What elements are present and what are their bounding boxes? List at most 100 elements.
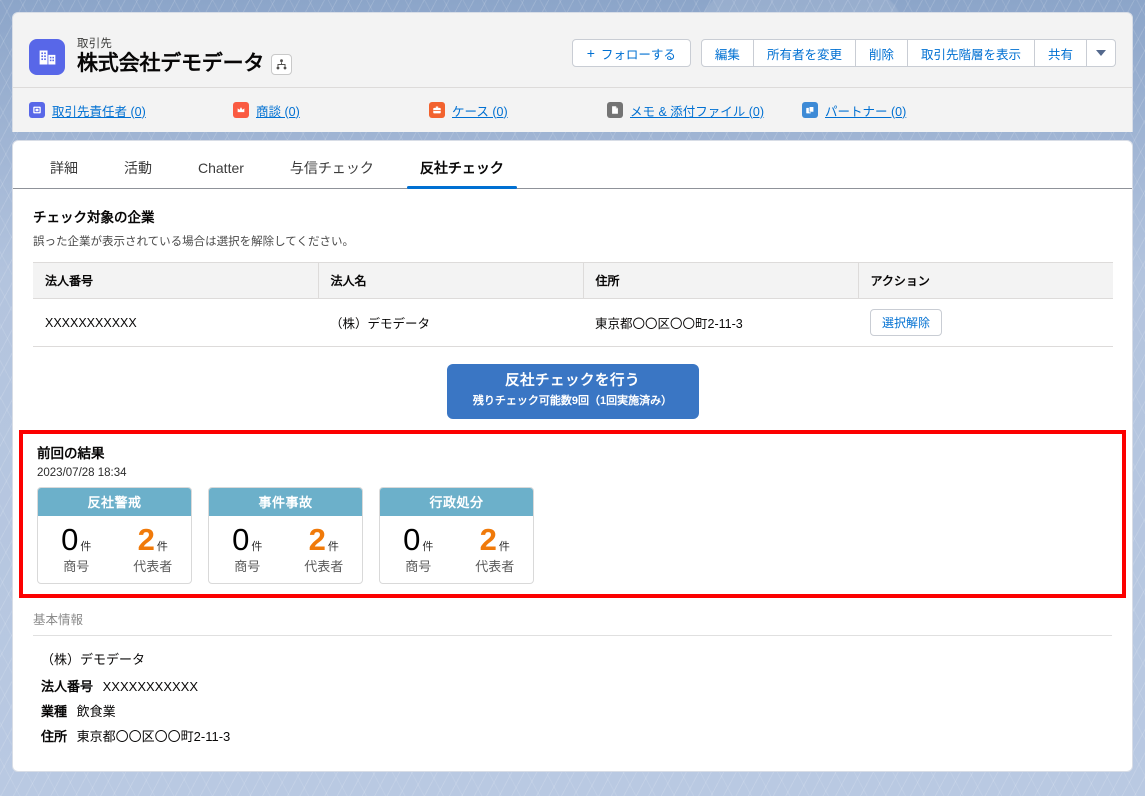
chevron-down-icon	[1096, 50, 1106, 56]
related-item-label: 取引先責任者 (0)	[52, 104, 146, 119]
follow-button-label: フォローする	[600, 47, 676, 62]
result-card-title: 反社警戒	[38, 488, 191, 516]
tab-credit-check[interactable]: 与信チェック	[267, 159, 397, 188]
check-section-title: チェック対象の企業	[33, 210, 155, 225]
tab-antisocial-check[interactable]: 反社チェック	[397, 159, 527, 189]
field-value: XXXXXXXXXXX	[102, 679, 199, 694]
metric-label: 商号	[405, 559, 432, 574]
related-item-label: ケース (0)	[452, 104, 508, 119]
object-type-label: 取引先	[77, 38, 113, 50]
basic-info-section: 基本情報 （株）デモデータ 法人番号 XXXXXXXXXXX 業種 飲食業 住所…	[33, 609, 1112, 749]
more-actions-button[interactable]	[1087, 39, 1116, 67]
metric-unit: 件	[327, 541, 339, 553]
metric-value-row: 0 件	[380, 522, 457, 558]
follow-button[interactable]: + フォローする	[571, 39, 691, 67]
metric-representative: 2 件 代表者	[286, 522, 363, 576]
column-header-corporate-name: 法人名	[318, 262, 584, 299]
metric-label: 代表者	[133, 559, 173, 574]
result-card-body: 0 件 商号 2 件 代表者	[380, 516, 533, 583]
basic-info-field-address: 住所 東京都〇〇区〇〇町2-11-3	[41, 724, 1112, 749]
tab-details[interactable]: 詳細	[27, 159, 101, 188]
metric-value-row: 2 件	[115, 522, 192, 558]
delete-button[interactable]: 削除	[855, 39, 908, 67]
related-item-label: メモ & 添付ファイル (0)	[630, 104, 765, 119]
metric-label: 代表者	[304, 559, 344, 574]
metric-label: 商号	[234, 559, 261, 574]
partner-icon	[802, 102, 818, 118]
edit-button[interactable]: 編集	[700, 39, 754, 67]
tab-activity[interactable]: 活動	[101, 159, 175, 188]
metric-value: 0	[403, 522, 421, 557]
metric-unit: 件	[422, 541, 434, 553]
tab-chatter[interactable]: Chatter	[175, 159, 267, 188]
related-lists-bar: 取引先責任者 (0) 商談 (0) ケース (0) メモ & 添付ファイル (0…	[13, 87, 1132, 132]
result-card-body: 0 件 商号 2 件 代表者	[38, 516, 191, 583]
basic-info-field-corporate-number: 法人番号 XXXXXXXXXXX	[41, 674, 1112, 699]
result-card-body: 0 件 商号 2 件 代表者	[209, 516, 362, 583]
metric-label: 商号	[63, 559, 90, 574]
cell-address: 東京都〇〇区〇〇町2-11-3	[583, 298, 858, 347]
metric-representative: 2 件 代表者	[457, 522, 534, 576]
tab-strip: 詳細 活動 Chatter 与信チェック 反社チェック	[13, 141, 1132, 189]
basic-info-rows: （株）デモデータ 法人番号 XXXXXXXXXXX 業種 飲食業 住所 東京都〇…	[33, 636, 1112, 749]
opportunity-icon	[233, 102, 249, 118]
action-button-group: 編集 所有者を変更 削除 取引先階層を表示 共有	[700, 39, 1116, 67]
result-card-administrative-action: 行政処分 0 件 商号 2 件 代表者	[379, 487, 534, 584]
metric-unit: 件	[251, 541, 263, 553]
related-item-cases[interactable]: ケース (0)	[429, 101, 607, 120]
share-button[interactable]: 共有	[1034, 39, 1087, 67]
basic-info-company-name: （株）デモデータ	[41, 652, 146, 667]
record-page: 取引先 株式会社デモデータ + フォローする 編集 所有者を変更 削除 取引先階…	[12, 12, 1133, 778]
org-hierarchy-icon[interactable]	[271, 53, 293, 75]
field-key: 法人番号	[41, 679, 94, 694]
related-item-label: パートナー (0)	[825, 104, 907, 119]
result-card-title: 事件事故	[209, 488, 362, 516]
metric-value-row: 2 件	[286, 522, 363, 558]
related-item-contacts[interactable]: 取引先責任者 (0)	[29, 101, 233, 120]
previous-result-title: 前回の結果	[37, 446, 105, 461]
table-header-row: 法人番号 法人名 住所 アクション	[33, 262, 1113, 299]
run-check-label: 反社チェックを行う	[505, 373, 640, 389]
metric-unit: 件	[156, 541, 168, 553]
related-item-partners[interactable]: パートナー (0)	[802, 101, 906, 120]
field-value: 飲食業	[76, 704, 116, 719]
metric-unit: 件	[498, 541, 510, 553]
metric-label: 代表者	[475, 559, 515, 574]
column-header-address: 住所	[583, 262, 859, 299]
check-target-table: 法人番号 法人名 住所 アクション XXXXXXXXXXX （株）デモデータ 東…	[33, 262, 1113, 347]
basic-info-label: 基本情報	[33, 609, 1112, 636]
page-title: 株式会社デモデータ	[77, 52, 265, 75]
deselect-button[interactable]: 選択解除	[870, 309, 943, 336]
change-owner-button[interactable]: 所有者を変更	[753, 39, 856, 67]
result-card-title: 行政処分	[380, 488, 533, 516]
result-card-antisocial-alert: 反社警戒 0 件 商号 2 件 代表者	[37, 487, 192, 584]
note-attachment-icon	[607, 102, 623, 118]
record-header: 取引先 株式会社デモデータ + フォローする 編集 所有者を変更 削除 取引先階…	[12, 12, 1133, 132]
plus-icon: +	[586, 45, 595, 61]
related-item-opportunities[interactable]: 商談 (0)	[233, 101, 429, 120]
metric-value: 2	[137, 522, 155, 557]
field-value: 東京都〇〇区〇〇町2-11-3	[76, 729, 231, 744]
view-hierarchy-button[interactable]: 取引先階層を表示	[907, 39, 1035, 67]
previous-result-highlight: 前回の結果 2023/07/28 18:34 反社警戒 0 件 商号 2 件 代…	[19, 430, 1126, 598]
metric-value-row: 2 件	[457, 522, 534, 558]
field-key: 住所	[41, 729, 68, 744]
column-header-action: アクション	[858, 262, 1113, 299]
column-header-corporate-number: 法人番号	[33, 262, 319, 299]
run-antisocial-check-button[interactable]: 反社チェックを行う 残りチェック可能数9回（1回実施済み）	[446, 364, 699, 419]
main-panel: 詳細 活動 Chatter 与信チェック 反社チェック チェック対象の企業 誤っ…	[12, 140, 1133, 772]
table-row: XXXXXXXXXXX （株）デモデータ 東京都〇〇区〇〇町2-11-3 選択解…	[33, 298, 1113, 347]
run-check-sublabel: 残りチェック可能数9回（1回実施済み）	[472, 395, 673, 407]
record-header-top: 取引先 株式会社デモデータ + フォローする 編集 所有者を変更 削除 取引先階…	[13, 13, 1132, 87]
basic-info-field-industry: 業種 飲食業	[41, 699, 1112, 724]
metric-trade-name: 0 件 商号	[209, 522, 286, 576]
metric-value: 0	[232, 522, 250, 557]
case-icon	[429, 102, 445, 118]
related-item-label: 商談 (0)	[256, 104, 300, 119]
building-icon	[29, 39, 65, 75]
metric-unit: 件	[80, 541, 92, 553]
metric-value: 2	[479, 522, 497, 557]
related-item-notes-attachments[interactable]: メモ & 添付ファイル (0)	[607, 101, 802, 120]
contact-icon	[29, 102, 45, 118]
check-section-subtitle: 誤った企業が表示されている場合は選択を解除してください。	[33, 236, 354, 248]
